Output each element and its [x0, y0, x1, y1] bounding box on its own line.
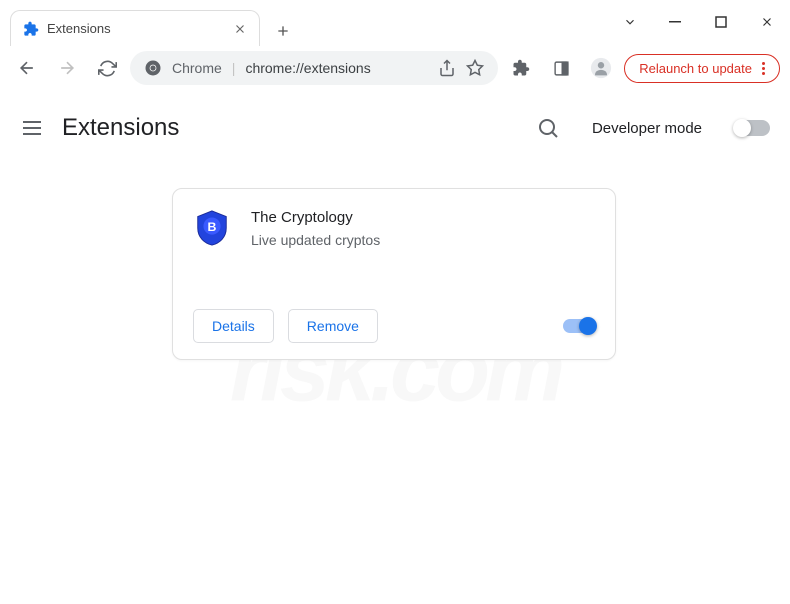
developer-mode-toggle[interactable]: [734, 120, 770, 136]
new-tab-button[interactable]: [268, 16, 298, 46]
share-icon[interactable]: [438, 59, 456, 77]
forward-button[interactable]: [50, 51, 84, 85]
reload-icon: [98, 59, 117, 78]
back-button[interactable]: [10, 51, 44, 85]
window-titlebar: Extensions: [0, 0, 790, 46]
details-button[interactable]: Details: [193, 309, 274, 343]
extension-shield-icon: B: [193, 209, 231, 247]
chevron-down-icon: [623, 15, 637, 29]
address-bar[interactable]: Chrome | chrome://extensions: [130, 51, 498, 85]
arrow-right-icon: [57, 58, 77, 78]
omnibox-separator: |: [232, 60, 236, 76]
minimize-button[interactable]: [652, 0, 698, 44]
developer-mode-label: Developer mode: [592, 120, 702, 137]
reload-button[interactable]: [90, 51, 124, 85]
extension-enable-toggle[interactable]: [563, 319, 595, 333]
page-title: Extensions: [62, 114, 179, 142]
browser-toolbar: Chrome | chrome://extensions Relaunch to…: [0, 46, 790, 90]
tab-dropdown-button[interactable]: [608, 0, 652, 44]
maximize-button[interactable]: [698, 0, 744, 44]
close-window-button[interactable]: [744, 0, 790, 44]
page-header: Extensions Developer mode: [0, 98, 790, 158]
tab-title: Extensions: [47, 21, 225, 36]
arrow-left-icon: [17, 58, 37, 78]
profile-icon: [590, 57, 612, 79]
sidepanel-button[interactable]: [544, 51, 578, 85]
close-icon: [760, 15, 774, 29]
minimize-icon: [669, 16, 681, 28]
bookmark-star-icon[interactable]: [466, 59, 484, 77]
puzzle-icon: [23, 21, 39, 37]
search-button[interactable]: [536, 116, 560, 140]
relaunch-label: Relaunch to update: [639, 61, 752, 76]
puzzle-icon: [512, 59, 530, 77]
extension-card: B The Cryptology Live updated cryptos De…: [172, 188, 616, 360]
sidepanel-icon: [553, 60, 570, 77]
remove-button[interactable]: Remove: [288, 309, 378, 343]
browser-tab[interactable]: Extensions: [10, 10, 260, 46]
menu-dots-icon: [762, 62, 765, 75]
menu-button[interactable]: [20, 116, 44, 140]
extension-description: Live updated cryptos: [251, 232, 595, 248]
extensions-button[interactable]: [504, 51, 538, 85]
extension-name: The Cryptology: [251, 209, 595, 226]
profile-button[interactable]: [584, 51, 618, 85]
close-tab-icon[interactable]: [233, 22, 247, 36]
extensions-content: B The Cryptology Live updated cryptos De…: [0, 158, 790, 360]
chrome-logo-icon: [144, 59, 162, 77]
maximize-icon: [715, 16, 727, 28]
plus-icon: [275, 23, 291, 39]
window-controls: [608, 0, 790, 44]
omnibox-url: chrome://extensions: [245, 60, 428, 76]
omnibox-scheme: Chrome: [172, 60, 222, 76]
relaunch-button[interactable]: Relaunch to update: [624, 54, 780, 83]
svg-text:B: B: [208, 220, 217, 234]
